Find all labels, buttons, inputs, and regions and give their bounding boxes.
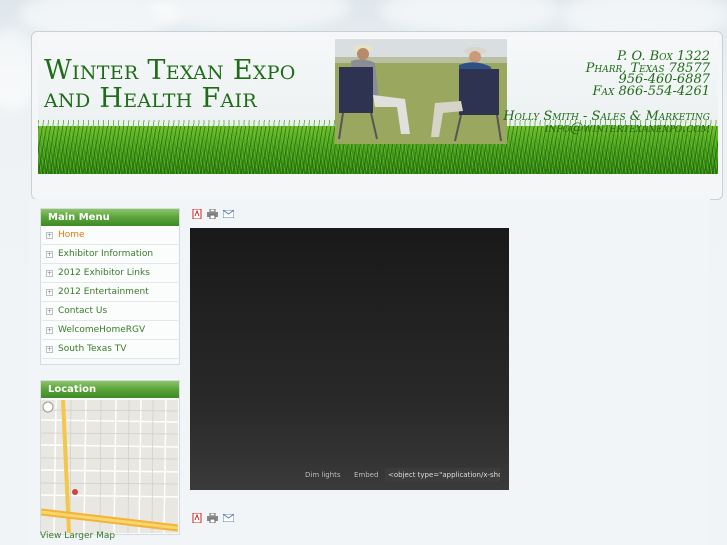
embed-code-field[interactable]: <object type="application/x-shoc <box>385 468 500 482</box>
view-larger-map-link[interactable]: View Larger Map <box>40 531 115 541</box>
print-icon[interactable] <box>207 513 218 523</box>
plus-icon: + <box>46 289 53 296</box>
embed-button[interactable]: Embed <box>354 471 378 479</box>
menu-item-exhibitor-information[interactable]: + Exhibitor Information <box>42 245 178 264</box>
email-icon[interactable] <box>223 513 234 523</box>
plus-icon: + <box>46 308 53 315</box>
plus-icon: + <box>46 232 53 239</box>
menu-item-contact-us[interactable]: + Contact Us <box>42 302 178 321</box>
article-icons-top <box>191 209 234 219</box>
contact-info: P. O. Box 1322 Pharr, Texas 78577 956-46… <box>503 49 710 136</box>
video-controls: Dim lights Embed <object type="applicati… <box>190 468 509 482</box>
article-icons-bottom <box>191 513 234 523</box>
main-menu-title: Main Menu <box>41 209 179 226</box>
location-map[interactable] <box>41 400 178 533</box>
menu-item-welcomehomergv[interactable]: + WelcomeHomeRGV <box>42 321 178 340</box>
header-banner: Winter Texan Expo and Health Fair P. O. … <box>38 37 718 174</box>
location-box: Location <box>40 380 180 535</box>
email-icon[interactable] <box>223 209 234 219</box>
pdf-icon[interactable] <box>191 209 202 219</box>
plus-icon: + <box>46 327 53 334</box>
menu-item-home[interactable]: + Home <box>42 226 178 245</box>
menu-item-entertainment[interactable]: +2012 Entertainment <box>42 283 178 302</box>
video-player[interactable]: Dim lights Embed <object type="applicati… <box>190 228 509 490</box>
header-photo <box>335 39 507 144</box>
print-icon[interactable] <box>207 209 218 219</box>
plus-icon: + <box>46 346 53 353</box>
menu-item-exhibitor-links[interactable]: +2012 Exhibitor Links <box>42 264 178 283</box>
site-title: Winter Texan Expo and Health Fair <box>44 55 296 114</box>
main-menu: Main Menu + Home + Exhibitor Information +… <box>40 208 180 365</box>
dim-lights-button[interactable]: Dim lights <box>305 471 341 479</box>
plus-icon: + <box>46 270 53 277</box>
menu-item-south-texas-tv[interactable]: + South Texas TV <box>42 340 178 359</box>
pdf-icon[interactable] <box>191 513 202 523</box>
plus-icon: + <box>46 251 53 258</box>
location-title: Location <box>41 381 179 398</box>
